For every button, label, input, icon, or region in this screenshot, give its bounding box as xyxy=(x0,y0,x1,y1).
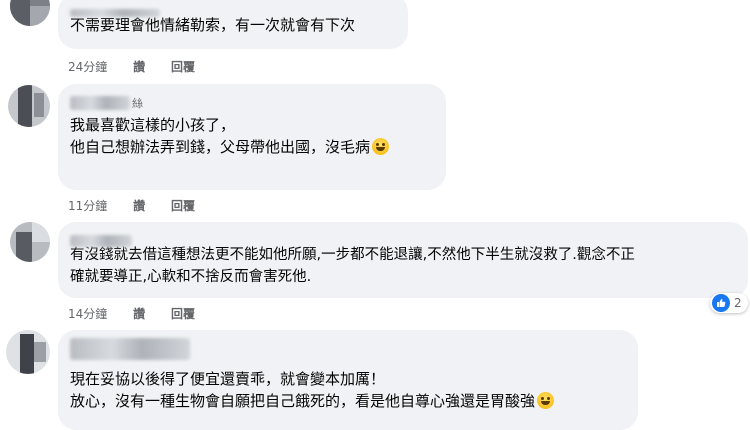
author-name[interactable] xyxy=(70,230,736,247)
thumbs-up-icon xyxy=(712,294,730,312)
comment-actions: 24分鐘 讚 回覆 xyxy=(68,58,217,75)
avatar[interactable] xyxy=(6,330,50,374)
comment-actions: 14分鐘 讚 回覆 xyxy=(68,305,217,322)
comment-text: 放心，沒有一種生物會自願把自己餓死的，看是他自尊心強還是胃酸強 xyxy=(70,390,626,412)
like-button[interactable]: 讚 xyxy=(133,199,145,213)
timestamp[interactable]: 11分鐘 xyxy=(68,199,107,213)
comment-actions: 11分鐘 讚 回覆 xyxy=(68,197,217,214)
reply-button[interactable]: 回覆 xyxy=(171,60,195,74)
comment-text: 現在妥協以後得了便宜還賣乖，就會變本加厲！ xyxy=(70,370,386,388)
grinning-sweat-icon xyxy=(537,392,555,409)
reaction-count: 2 xyxy=(734,296,742,310)
author-name[interactable]: 絲 xyxy=(70,92,434,110)
comment-bubble: 絲 我最喜歡這樣的小孩了， 他自己想辦法弄到錢，父母帶他出國，沒毛病 xyxy=(58,84,446,190)
reaction-summary[interactable]: 2 xyxy=(710,293,748,313)
reply-button[interactable]: 回覆 xyxy=(171,199,195,213)
comment-text: 不需要理會他情緒勒索，有一次就會有下次 xyxy=(70,16,356,34)
timestamp[interactable]: 24分鐘 xyxy=(68,60,107,74)
comment-text: 有沒錢就去借這種想法更不能如他所願,一步都不能退讓,不然他下半生就沒救了.觀念不… xyxy=(70,247,635,263)
like-button[interactable]: 讚 xyxy=(133,60,145,74)
comment-bubble: 現在妥協以後得了便宜還賣乖，就會變本加厲！ 放心，沒有一種生物會自願把自己餓死的… xyxy=(58,330,638,430)
grinning-face-icon xyxy=(372,138,390,155)
author-name[interactable] xyxy=(70,338,626,366)
comment-text: 我最喜歡這樣的小孩了， xyxy=(70,116,236,134)
author-name[interactable] xyxy=(70,2,396,17)
comment-bubble: 有沒錢就去借這種想法更不能如他所願,一步都不能退讓,不然他下半生就沒救了.觀念不… xyxy=(58,222,748,298)
avatar[interactable] xyxy=(10,222,50,262)
avatar[interactable] xyxy=(10,0,50,26)
comment-bubble: 不需要理會他情緒勒索，有一次就會有下次 xyxy=(58,0,408,49)
comment-text: 確就要導正,心軟和不捨反而會害死他. xyxy=(70,269,312,285)
reply-button[interactable]: 回覆 xyxy=(171,307,195,321)
comment-text: 他自己想辦法弄到錢，父母帶他出國，沒毛病 xyxy=(70,136,434,158)
timestamp[interactable]: 14分鐘 xyxy=(68,307,107,321)
avatar[interactable] xyxy=(8,85,50,127)
like-button[interactable]: 讚 xyxy=(133,307,145,321)
